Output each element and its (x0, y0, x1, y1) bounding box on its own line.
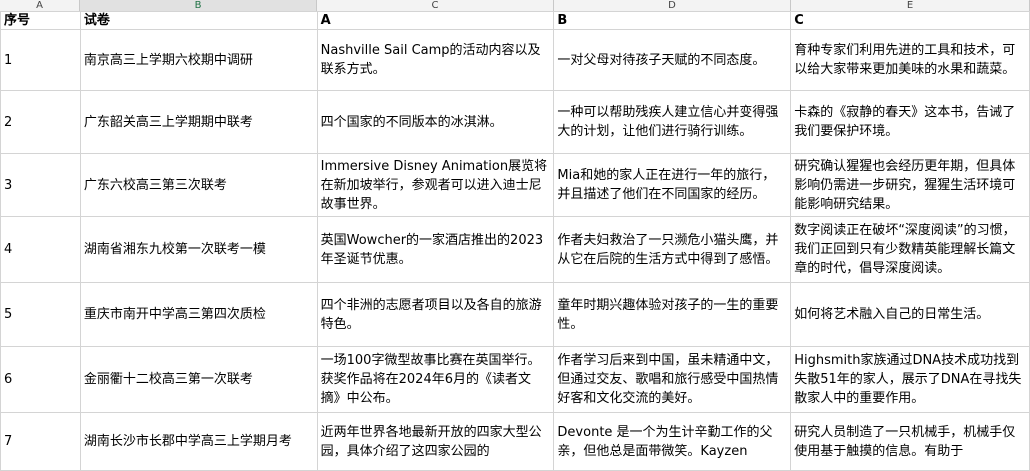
header-seq-cell[interactable]: 序号 (0, 11, 81, 30)
b-cell[interactable]: 一对父母对待孩子天赋的不同态度。 (553, 29, 792, 91)
table-row: 3 广东六校高三第三次联考 Immersive Disney Animation… (0, 153, 1030, 217)
c-cell[interactable]: Highsmith家族通过DNA技术成功找到失散51年的家人，展示了DNA在寻找… (790, 346, 1030, 413)
b-cell[interactable]: 作者学习后来到中国，虽未精通中文，但通过交友、歌唱和旅行感受中国热情好客和文化交… (553, 346, 792, 413)
b-cell[interactable]: Mia和她的家人正在进行一年的旅行，并且描述了他们在不同国家的经历。 (553, 153, 792, 217)
paper-cell[interactable]: 南京高三上学期六校期中调研 (79, 29, 318, 91)
column-letter-a[interactable]: A (0, 0, 80, 11)
paper-cell[interactable]: 重庆市南开中学高三第四次质检 (79, 282, 318, 347)
a-cell[interactable]: 英国Wowcher的一家酒店推出的2023年圣诞节优惠。 (316, 216, 555, 283)
a-cell[interactable]: 近两年世界各地最新开放的四家大型公园，具体介绍了这四家公园的 (316, 412, 555, 471)
paper-cell[interactable]: 广东韶关高三上学期期中联考 (79, 90, 318, 154)
b-cell[interactable]: 作者夫妇救治了一只濒危小猫头鹰，并从它在后院的生活方式中得到了感悟。 (553, 216, 792, 283)
column-letter-b[interactable]: B (80, 0, 317, 11)
paper-cell[interactable]: 金丽衢十二校高三第一次联考 (79, 346, 318, 413)
seq-cell[interactable]: 5 (0, 282, 81, 347)
seq-cell[interactable]: 7 (0, 412, 81, 471)
column-letter-c[interactable]: C (317, 0, 554, 11)
table-row: 5 重庆市南开中学高三第四次质检 四个非洲的志愿者项目以及各自的旅游特色。 童年… (0, 282, 1030, 347)
c-cell[interactable]: 卡森的《寂静的春天》这本书，告诫了我们要保护环境。 (790, 90, 1030, 154)
table-row: 7 湖南长沙市长郡中学高三上学期月考 近两年世界各地最新开放的四家大型公园，具体… (0, 412, 1030, 471)
b-cell[interactable]: 一种可以帮助残疾人建立信心并变得强大的计划，让他们进行骑行训练。 (553, 90, 792, 154)
c-cell[interactable]: 如何将艺术融入自己的日常生活。 (790, 282, 1030, 347)
table-row: 4 湖南省湘东九校第一次联考一模 英国Wowcher的一家酒店推出的2023年圣… (0, 216, 1030, 283)
b-cell[interactable]: Devonte 是一个为生计辛勤工作的父亲，但他总是面带微笑。Kayzen (553, 412, 792, 471)
header-paper-cell[interactable]: 试卷 (79, 11, 318, 30)
c-cell[interactable]: 研究人员制造了一只机械手，机械手仅使用基于触摸的信息。有助于 (790, 412, 1030, 471)
a-cell[interactable]: 一场100字微型故事比赛在英国举行。获奖作品将在2024年6月的《读者文摘》中公… (316, 346, 555, 413)
header-a-cell[interactable]: A (316, 11, 555, 30)
b-cell[interactable]: 童年时期兴趣体验对孩子的一生的重要性。 (553, 282, 792, 347)
seq-cell[interactable]: 1 (0, 29, 81, 91)
a-cell[interactable]: 四个非洲的志愿者项目以及各自的旅游特色。 (316, 282, 555, 347)
a-cell[interactable]: Nashville Sail Camp的活动内容以及联系方式。 (316, 29, 555, 91)
a-cell[interactable]: 四个国家的不同版本的冰淇淋。 (316, 90, 555, 154)
header-c-cell[interactable]: C (790, 11, 1030, 30)
table-row: 2 广东韶关高三上学期期中联考 四个国家的不同版本的冰淇淋。 一种可以帮助残疾人… (0, 90, 1030, 154)
table-row: 1 南京高三上学期六校期中调研 Nashville Sail Camp的活动内容… (0, 29, 1030, 91)
a-cell[interactable]: Immersive Disney Animation展览将在新加坡举行，参观者可… (316, 153, 555, 217)
column-letter-e[interactable]: E (791, 0, 1030, 11)
spreadsheet-grid: 序号 试卷 A B C 1 南京高三上学期六校期中调研 Nashville Sa… (0, 11, 1030, 471)
header-b-cell[interactable]: B (553, 11, 792, 30)
c-cell[interactable]: 研究确认猩猩也会经历更年期，但具体影响仍需进一步研究，猩猩生活环境可能影响研究结… (790, 153, 1030, 217)
c-cell[interactable]: 数字阅读正在破坏“深度阅读”的习惯，我们正回到只有少数精英能理解长篇文章的时代，… (790, 216, 1030, 283)
paper-cell[interactable]: 湖南省湘东九校第一次联考一模 (79, 216, 318, 283)
c-cell[interactable]: 育种专家们利用先进的工具和技术，可以给大家带来更加美味的水果和蔬菜。 (790, 29, 1030, 91)
column-letter-d[interactable]: D (554, 0, 791, 11)
table-row: 6 金丽衢十二校高三第一次联考 一场100字微型故事比赛在英国举行。获奖作品将在… (0, 346, 1030, 413)
paper-cell[interactable]: 湖南长沙市长郡中学高三上学期月考 (79, 412, 318, 471)
paper-cell[interactable]: 广东六校高三第三次联考 (79, 153, 318, 217)
seq-cell[interactable]: 3 (0, 153, 81, 217)
header-row: 序号 试卷 A B C (0, 11, 1030, 30)
seq-cell[interactable]: 6 (0, 346, 81, 413)
seq-cell[interactable]: 2 (0, 90, 81, 154)
seq-cell[interactable]: 4 (0, 216, 81, 283)
